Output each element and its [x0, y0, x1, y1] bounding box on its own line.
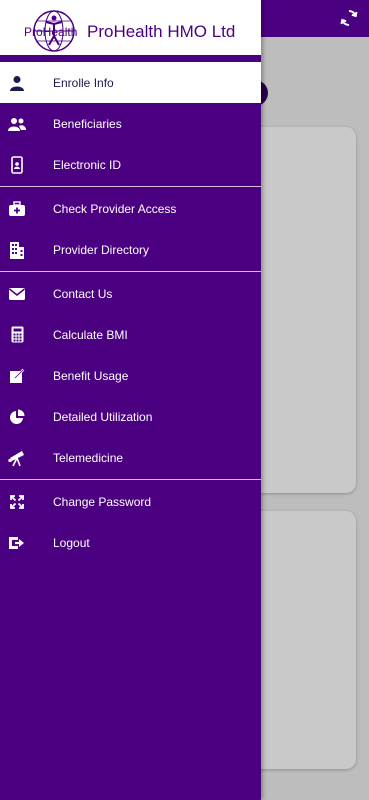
- menu-item-phone-id[interactable]: Electronic ID: [0, 144, 261, 185]
- telescope-icon: [8, 449, 26, 467]
- logout-icon: [8, 534, 26, 552]
- prohealth-logo: ProHealth: [24, 10, 77, 52]
- menu-item-building[interactable]: Provider Directory: [0, 229, 261, 270]
- menu-item-label: Benefit Usage: [53, 368, 129, 383]
- menu-item-person[interactable]: Enrolle Info: [0, 62, 261, 103]
- menu-divider: [0, 271, 261, 272]
- phone-id-icon: [8, 155, 26, 174]
- menu-item-label: Logout: [53, 535, 90, 550]
- medical-bag-icon: [8, 200, 26, 218]
- menu-item-label: Detailed Utilization: [53, 409, 153, 424]
- menu-item-label: Provider Directory: [53, 242, 150, 257]
- refresh-icon[interactable]: [337, 6, 361, 30]
- menu-item-label: Contact Us: [53, 286, 113, 301]
- menu-item-people[interactable]: Beneficiaries: [0, 103, 261, 144]
- menu-item-pie-chart[interactable]: Detailed Utilization: [0, 396, 261, 437]
- pie-chart-icon: [8, 408, 26, 426]
- menu-item-envelope[interactable]: Contact Us: [0, 273, 261, 314]
- drawer-menu: Enrolle Info Beneficiaries Electronic ID Ch…: [0, 62, 261, 563]
- menu-item-calculator[interactable]: Calculate BMI: [0, 314, 261, 355]
- envelope-icon: [8, 285, 26, 303]
- drawer-header: ProHealth ProHealth HMO Ltd: [0, 0, 261, 59]
- people-icon: [8, 115, 26, 133]
- navigation-drawer: ProHealth ProHealth HMO Ltd Enrolle Info…: [0, 0, 261, 800]
- logo-wordmark: ProHealth: [24, 25, 77, 39]
- menu-item-label: Check Provider Access: [53, 201, 177, 216]
- menu-item-medical-bag[interactable]: Check Provider Access: [0, 188, 261, 229]
- app-title: ProHealth HMO Ltd: [87, 22, 236, 41]
- person-icon: [8, 74, 26, 92]
- menu-item-expand-arrows[interactable]: Change Password: [0, 481, 261, 522]
- calculator-icon: [8, 326, 26, 344]
- menu-item-label: Change Password: [53, 494, 152, 509]
- menu-item-logout[interactable]: Logout: [0, 522, 261, 563]
- edit-icon: [8, 367, 26, 385]
- building-icon: [8, 241, 26, 259]
- menu-divider: [0, 186, 261, 187]
- menu-item-label: Electronic ID: [53, 157, 122, 172]
- menu-item-label: Calculate BMI: [53, 327, 128, 342]
- expand-arrows-icon: [8, 493, 26, 511]
- menu-item-label: Enrolle Info: [53, 75, 114, 90]
- menu-item-telescope[interactable]: Telemedicine: [0, 437, 261, 478]
- menu-item-edit[interactable]: Benefit Usage: [0, 355, 261, 396]
- menu-item-label: Telemedicine: [53, 450, 124, 465]
- menu-divider: [0, 479, 261, 480]
- menu-item-label: Beneficiaries: [53, 116, 122, 131]
